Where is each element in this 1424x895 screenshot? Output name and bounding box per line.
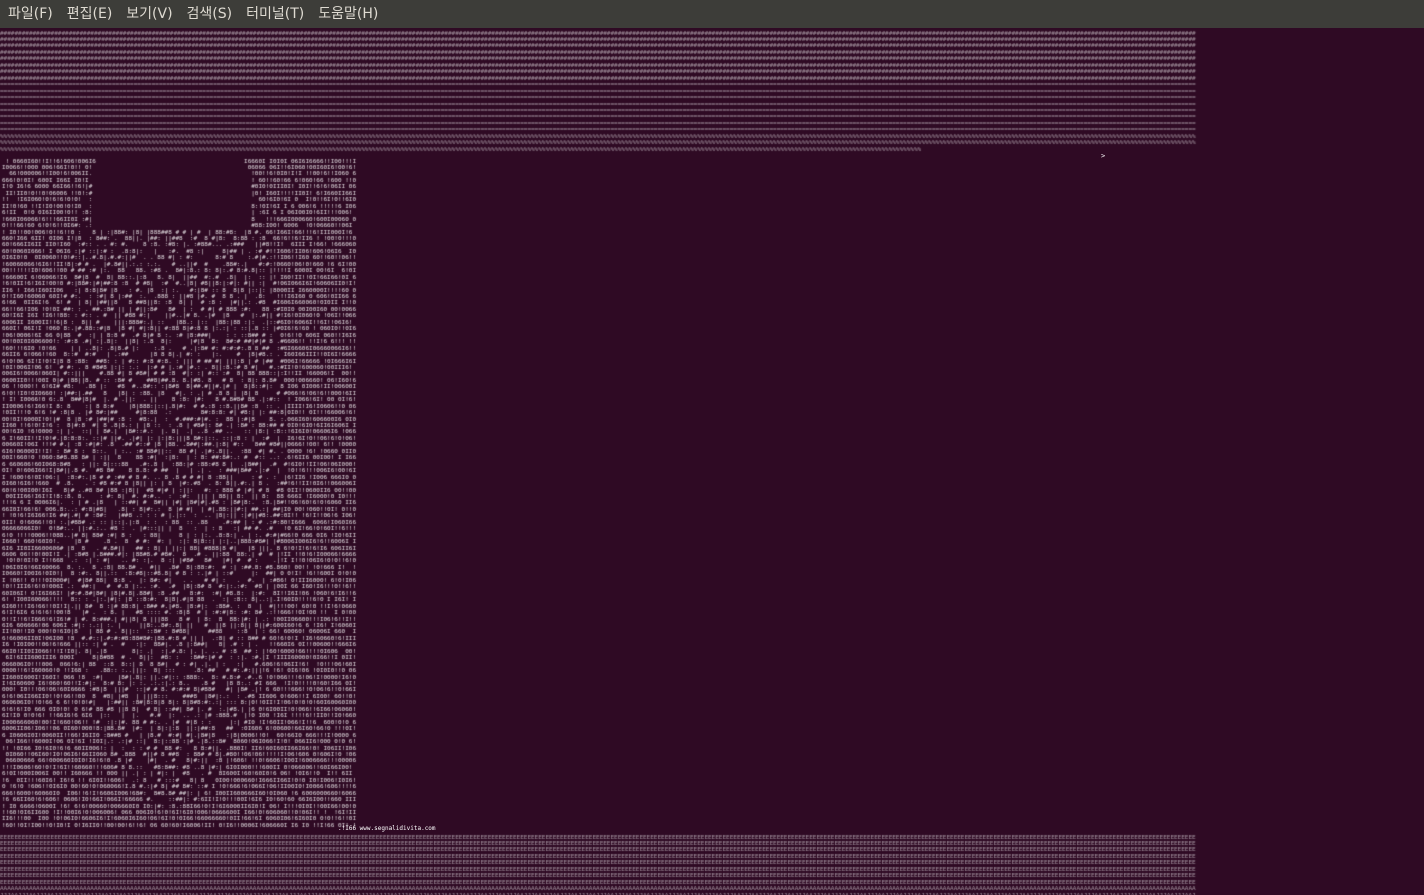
menu-terminal[interactable]: 터미널(T): [240, 0, 310, 28]
menu-file[interactable]: 파일(F): [2, 0, 59, 28]
menu-search[interactable]: 검색(S): [181, 0, 239, 28]
menu-view[interactable]: 보기(V): [120, 0, 178, 28]
menu-bar: 파일(F) 편집(E) 보기(V) 검색(S) 터미널(T) 도움말(H): [0, 0, 1424, 28]
ascii-art-render: [0, 28, 1424, 895]
menu-edit[interactable]: 편집(E): [61, 0, 119, 28]
ascii-art-signature: .!I66 www.segnalidivita.com: [338, 825, 436, 832]
menu-help[interactable]: 도움말(H): [312, 0, 384, 28]
terminal-output[interactable]: > .!I66 www.segnalidivita.com: [0, 28, 1424, 895]
prompt-arrow: >: [1101, 152, 1106, 160]
